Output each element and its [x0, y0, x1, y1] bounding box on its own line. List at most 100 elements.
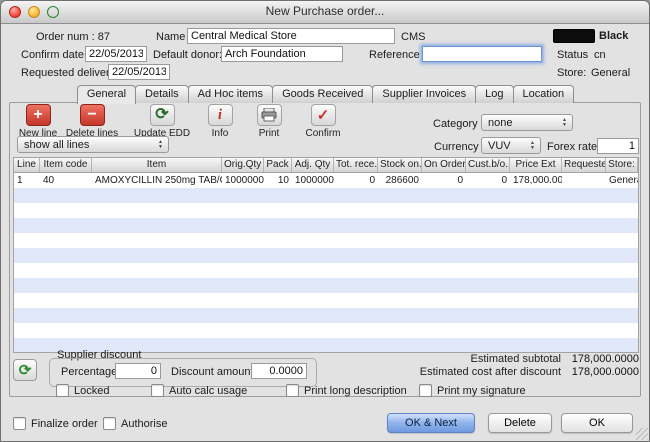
forex-rate-input[interactable] [597, 138, 639, 154]
cell [422, 278, 466, 293]
column-header[interactable]: Line [14, 158, 40, 172]
order-table-body[interactable]: 140AMOXYCILLIN 250mg TAB/CAP100000010100… [13, 173, 639, 353]
column-header[interactable]: Cust.b/o... [466, 158, 510, 172]
recalculate-discount-button[interactable]: ⟳ [13, 359, 37, 381]
print-long-description-checkbox[interactable]: Print long description [286, 384, 407, 397]
column-header[interactable]: On Order [422, 158, 466, 172]
delete-lines-button[interactable]: − Delete lines [62, 104, 122, 139]
column-header[interactable]: Store: [606, 158, 638, 172]
discount-amount-input[interactable] [251, 363, 307, 379]
cell [334, 263, 378, 278]
cell [562, 203, 606, 218]
cell [40, 308, 92, 323]
cell [422, 293, 466, 308]
auto-calc-usage-checkbox[interactable]: Auto calc usage [151, 384, 247, 397]
column-header[interactable]: Pack [264, 158, 292, 172]
zoom-button[interactable] [47, 6, 59, 18]
minus-icon: − [80, 104, 105, 126]
confirm-date-input[interactable] [85, 46, 147, 62]
tab-goods-received[interactable]: Goods Received [272, 85, 373, 103]
currency-dropdown[interactable]: VUV [481, 137, 541, 154]
color-swatch[interactable] [553, 29, 595, 43]
table-row-empty [14, 248, 638, 263]
purchase-order-window: New Purchase order... Order num : 87 Nam… [0, 0, 650, 442]
cell [466, 338, 510, 353]
delete-button[interactable]: Delete [488, 413, 552, 433]
locked-label: Locked [74, 385, 109, 397]
column-header[interactable]: Stock on... [378, 158, 422, 172]
update-edd-button[interactable]: ⟳ Update EDD [132, 104, 192, 139]
cell [334, 293, 378, 308]
discount-amount-label: Discount amount [171, 366, 254, 378]
category-dropdown[interactable]: none [481, 114, 573, 131]
column-header[interactable]: Item [92, 158, 222, 172]
minimize-button[interactable] [28, 6, 40, 18]
ok-button[interactable]: OK [561, 413, 633, 433]
requested-delivery-input[interactable] [108, 64, 170, 80]
estimated-subtotal-value: 178,000.0000 [559, 353, 639, 365]
category-label: Category [433, 118, 478, 130]
title-bar[interactable]: New Purchase order... [1, 1, 649, 24]
cell [422, 338, 466, 353]
cell [606, 233, 638, 248]
cell [422, 188, 466, 203]
confirm-button[interactable]: ✓ Confirm [293, 104, 353, 139]
tab-details[interactable]: Details [135, 85, 189, 103]
cell [40, 233, 92, 248]
percentage-label: Percentage [61, 366, 117, 378]
donor-input[interactable] [221, 46, 343, 62]
finalize-order-checkbox[interactable]: Finalize order [13, 417, 98, 430]
popup-arrows-icon [560, 118, 569, 128]
cell [92, 203, 222, 218]
print-my-signature-checkbox[interactable]: Print my signature [419, 384, 526, 397]
cell [222, 323, 264, 338]
print-button[interactable]: Print [239, 104, 299, 139]
cell [562, 323, 606, 338]
print-long-description-label: Print long description [304, 385, 407, 397]
cell [14, 233, 40, 248]
cell [292, 338, 334, 353]
column-header[interactable]: Item code [40, 158, 92, 172]
cell [510, 338, 562, 353]
line-filter-value: show all lines [24, 139, 156, 151]
cell [422, 248, 466, 263]
name-input[interactable] [187, 28, 395, 44]
table-row[interactable]: 140AMOXYCILLIN 250mg TAB/CAP100000010100… [14, 173, 638, 188]
cell [378, 203, 422, 218]
tab-general[interactable]: General [77, 85, 136, 104]
cell [222, 263, 264, 278]
column-header[interactable]: Requeste... [562, 158, 606, 172]
percentage-input[interactable] [115, 363, 161, 379]
column-header[interactable]: Orig.Qty [222, 158, 264, 172]
cell: 0 [466, 173, 510, 188]
estimated-cost-after-discount-value: 178,000.0000 [559, 366, 639, 378]
cell [292, 323, 334, 338]
tab-ad-hoc-items[interactable]: Ad Hoc items [188, 85, 273, 103]
tab-supplier-invoices[interactable]: Supplier Invoices [372, 85, 476, 103]
recalc-arrows-icon: ⟳ [19, 361, 32, 379]
tab-location[interactable]: Location [513, 85, 575, 103]
cell: 1000000 [222, 173, 264, 188]
cell: 1000000 [292, 173, 334, 188]
authorise-checkbox[interactable]: Authorise [103, 417, 167, 430]
cell [466, 203, 510, 218]
close-button[interactable] [9, 6, 21, 18]
cell [292, 203, 334, 218]
tab-log[interactable]: Log [475, 85, 513, 103]
reference-input[interactable] [422, 46, 542, 62]
resize-grip[interactable] [636, 428, 648, 440]
column-header[interactable]: Price Ext [510, 158, 562, 172]
cell [92, 278, 222, 293]
ok-next-button[interactable]: OK & Next [387, 413, 475, 433]
cell [14, 293, 40, 308]
line-filter-dropdown[interactable]: show all lines [17, 136, 169, 153]
column-header[interactable]: Adj. Qty [292, 158, 334, 172]
checkmark-icon: ✓ [311, 104, 336, 126]
column-header[interactable]: Tot. rece... [334, 158, 378, 172]
info-icon: i [208, 104, 233, 126]
new-line-button[interactable]: + New line [8, 104, 68, 139]
locked-checkbox[interactable]: Locked [56, 384, 109, 397]
checkbox-icon [13, 417, 26, 430]
cell [510, 278, 562, 293]
cell [222, 278, 264, 293]
